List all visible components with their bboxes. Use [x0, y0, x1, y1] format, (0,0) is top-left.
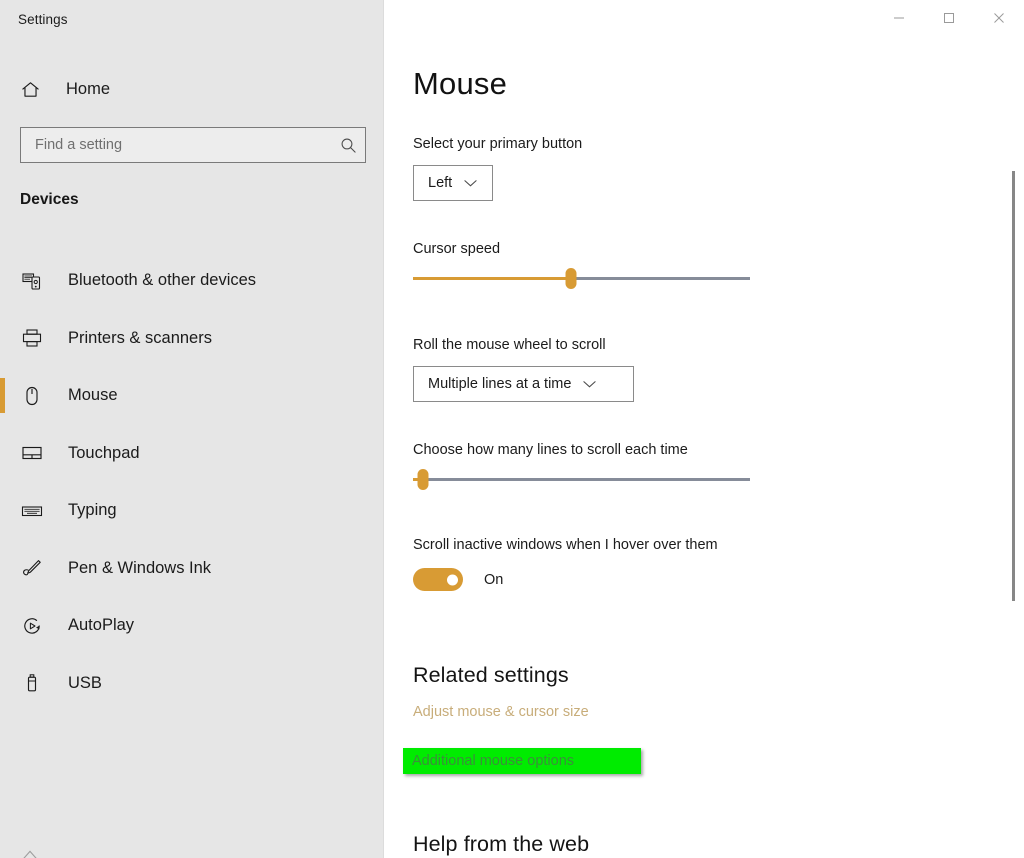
primary-button-label: Select your primary button — [413, 136, 582, 152]
settings-window: Settings — [0, 0, 1024, 858]
scroll-inactive-label: Scroll inactive windows when I hover ove… — [413, 537, 718, 553]
sidebar-item-usb[interactable]: USB — [0, 655, 384, 713]
sidebar-item-label: Touchpad — [68, 444, 140, 463]
sidebar-item-printers-scanners[interactable]: Printers & scanners — [0, 310, 384, 368]
scrollbar-thumb[interactable] — [1012, 171, 1015, 601]
minimize-button[interactable] — [874, 0, 924, 36]
sidebar-item-home-label: Home — [66, 80, 110, 99]
sidebar-item-bluetooth-other-devices[interactable]: Bluetooth & other devices — [0, 252, 384, 310]
additional-mouse-options-label: Additional mouse options — [412, 753, 574, 769]
home-icon — [18, 79, 42, 100]
window-controls — [874, 0, 1024, 36]
autoplay-icon — [20, 615, 44, 637]
mouse-icon — [20, 385, 44, 407]
page-title: Mouse — [413, 66, 507, 102]
lines-to-scroll-slider[interactable] — [413, 469, 750, 491]
search-input[interactable] — [21, 137, 331, 153]
pen-icon — [20, 557, 44, 579]
primary-button-value: Left — [414, 175, 452, 191]
sidebar-item-label: Printers & scanners — [68, 329, 212, 348]
scroll-inactive-state: On — [484, 572, 503, 588]
main-content: Mouse Select your primary button Left Cu… — [384, 0, 1024, 858]
close-icon — [993, 12, 1005, 24]
sidebar-item-label: AutoPlay — [68, 616, 134, 635]
slider-thumb[interactable] — [566, 268, 577, 289]
sidebar-item-typing[interactable]: Typing — [0, 482, 384, 540]
chevron-down-icon — [464, 179, 477, 188]
sidebar-item-label: USB — [68, 674, 102, 693]
vertical-scrollbar[interactable] — [1006, 36, 1020, 858]
related-settings-heading: Related settings — [413, 663, 569, 688]
sidebar-section-title: Devices — [20, 191, 79, 209]
partial-icon — [20, 845, 40, 858]
sidebar-nav-list: Bluetooth & other devices Printers & sca… — [0, 252, 384, 712]
sidebar: Home Devices — [0, 0, 384, 858]
sidebar-partial-item[interactable] — [20, 844, 140, 858]
sidebar-item-home[interactable]: Home — [0, 72, 384, 106]
sidebar-item-label: Bluetooth & other devices — [68, 271, 256, 290]
slider-track — [413, 478, 750, 481]
sidebar-item-label: Mouse — [68, 386, 118, 405]
wheel-scroll-dropdown[interactable]: Multiple lines at a time — [413, 366, 634, 402]
close-button[interactable] — [974, 0, 1024, 36]
sidebar-item-label: Typing — [68, 501, 117, 520]
primary-button-dropdown[interactable]: Left — [413, 165, 493, 201]
wheel-scroll-label: Roll the mouse wheel to scroll — [413, 337, 606, 353]
printer-icon — [20, 327, 44, 349]
maximize-button[interactable] — [924, 0, 974, 36]
chevron-down-icon — [583, 380, 596, 389]
toggle-knob — [447, 574, 458, 585]
slider-fill — [413, 277, 571, 280]
adjust-mouse-cursor-size-link[interactable]: Adjust mouse & cursor size — [413, 704, 589, 720]
minimize-icon — [893, 12, 905, 24]
cursor-speed-slider[interactable] — [413, 268, 750, 290]
help-from-web-heading: Help from the web — [413, 832, 589, 857]
sidebar-item-mouse[interactable]: Mouse — [0, 367, 384, 425]
touchpad-icon — [20, 442, 44, 464]
additional-mouse-options-link[interactable]: Additional mouse options — [403, 748, 641, 774]
sidebar-item-autoplay[interactable]: AutoPlay — [0, 597, 384, 655]
usb-icon — [20, 672, 44, 694]
window-title: Settings — [18, 12, 68, 27]
bluetooth-devices-icon — [20, 270, 44, 292]
scroll-inactive-toggle-row: On — [413, 568, 503, 591]
cursor-speed-label: Cursor speed — [413, 241, 500, 257]
slider-thumb[interactable] — [418, 469, 429, 490]
lines-to-scroll-label: Choose how many lines to scroll each tim… — [413, 442, 688, 458]
search-box[interactable] — [20, 127, 366, 163]
sidebar-item-pen-windows-ink[interactable]: Pen & Windows Ink — [0, 540, 384, 598]
maximize-icon — [943, 12, 955, 24]
sidebar-item-label: Pen & Windows Ink — [68, 559, 211, 578]
keyboard-icon — [20, 500, 44, 522]
sidebar-item-touchpad[interactable]: Touchpad — [0, 425, 384, 483]
scroll-inactive-toggle[interactable] — [413, 568, 463, 591]
title-bar: Settings — [0, 0, 1024, 36]
wheel-scroll-value: Multiple lines at a time — [414, 376, 571, 392]
search-icon[interactable] — [331, 137, 365, 154]
selection-indicator — [0, 378, 5, 413]
